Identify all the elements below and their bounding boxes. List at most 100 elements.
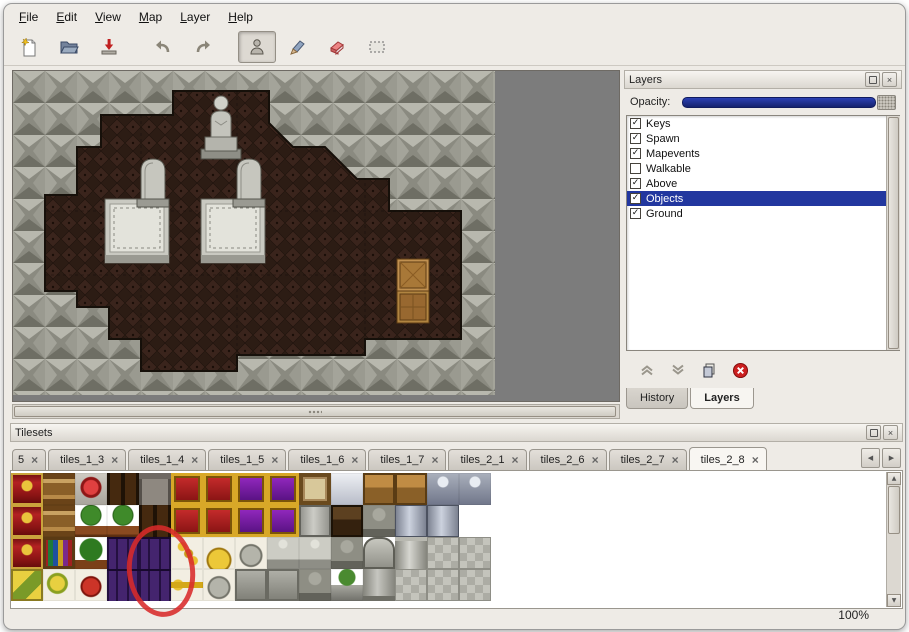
tile-statue_angel[interactable]: [267, 537, 299, 569]
close-tab-icon[interactable]: ×: [271, 455, 278, 465]
tile-tile_gray[interactable]: [427, 569, 459, 601]
tile-throne_red[interactable]: [203, 473, 235, 505]
tile-cushion_red[interactable]: [75, 473, 107, 505]
tile-throne_purple[interactable]: [235, 505, 267, 537]
layer-row-keys[interactable]: ✓Keys: [627, 116, 899, 131]
tile-throne_purple[interactable]: [267, 473, 299, 505]
tile-plant[interactable]: [75, 505, 107, 537]
tile-tile_gray[interactable]: [459, 537, 491, 569]
tile-chest_wood[interactable]: [395, 473, 427, 505]
tile-vase[interactable]: [331, 569, 363, 601]
tile-frame_small[interactable]: [299, 473, 331, 505]
move-layer-up-button[interactable]: [636, 359, 658, 381]
tile-gargoyle[interactable]: [363, 505, 395, 537]
tile-throne_red[interactable]: [171, 473, 203, 505]
tileset-tab-tiles_1_6[interactable]: tiles_1_6×: [288, 449, 366, 470]
close-panel-button[interactable]: ×: [882, 72, 897, 87]
tile-banana[interactable]: [43, 569, 75, 601]
tile-armor_big[interactable]: [395, 505, 427, 537]
layer-visibility-checkbox[interactable]: [630, 163, 641, 174]
close-tab-icon[interactable]: ×: [592, 455, 599, 465]
select-tool-button[interactable]: [358, 31, 396, 63]
eraser-tool-button[interactable]: [318, 31, 356, 63]
close-tab-icon[interactable]: ×: [191, 455, 198, 465]
scroll-tabs-left-button[interactable]: ◀: [861, 448, 880, 468]
menu-layer[interactable]: Layer: [171, 8, 219, 26]
tab-layers[interactable]: Layers: [690, 388, 753, 409]
tile-armor[interactable]: [427, 473, 459, 505]
opacity-slider-handle[interactable]: [877, 95, 896, 110]
tile-gold_chain[interactable]: [171, 537, 203, 569]
layer-visibility-checkbox[interactable]: ✓: [630, 148, 641, 159]
tile-statue_base[interactable]: [235, 569, 267, 601]
open-button[interactable]: [50, 31, 88, 63]
tile-grave[interactable]: [363, 537, 395, 569]
map-viewport[interactable]: [12, 70, 620, 402]
tile-pillar_base[interactable]: [363, 569, 395, 601]
tile-cabinet_dark[interactable]: [107, 473, 139, 505]
close-tab-icon[interactable]: ×: [512, 455, 519, 465]
save-button[interactable]: [90, 31, 128, 63]
close-tab-icon[interactable]: ×: [752, 455, 759, 465]
tileset-tab-5[interactable]: 5×: [12, 449, 46, 470]
tile-cabinet_dark[interactable]: [139, 505, 171, 537]
tile-books[interactable]: [43, 537, 75, 569]
new-file-button[interactable]: [10, 31, 48, 63]
tile-armor_big[interactable]: [427, 505, 459, 537]
layer-row-objects[interactable]: ✓Objects: [627, 191, 899, 206]
tileset-tab-tiles_2_6[interactable]: tiles_2_6×: [529, 449, 607, 470]
layer-row-walkable[interactable]: Walkable: [627, 161, 899, 176]
redo-button[interactable]: [184, 31, 222, 63]
tile-throne_red[interactable]: [203, 505, 235, 537]
tile-armor[interactable]: [459, 473, 491, 505]
map-horizontal-scrollbar[interactable]: [12, 404, 620, 419]
delete-layer-button[interactable]: [729, 359, 751, 381]
tile-cabinet_gray[interactable]: [139, 473, 171, 505]
tileset-tab-tiles_1_7[interactable]: tiles_1_7×: [368, 449, 446, 470]
tile-loom[interactable]: [43, 473, 75, 505]
map-gravestone[interactable]: [233, 159, 265, 207]
tile-door_purple[interactable]: [107, 569, 139, 601]
tile-plant[interactable]: [107, 505, 139, 537]
tile-white_cloth[interactable]: [331, 473, 363, 505]
tile-chest_dark[interactable]: [331, 505, 363, 537]
layer-visibility-checkbox[interactable]: ✓: [630, 118, 641, 129]
map-hscroll-thumb[interactable]: [14, 406, 616, 417]
tile-tile_gray[interactable]: [459, 569, 491, 601]
tileset-tab-tiles_1_5[interactable]: tiles_1_5×: [208, 449, 286, 470]
tile-statue_base[interactable]: [267, 569, 299, 601]
tileset-tab-tiles_2_7[interactable]: tiles_2_7×: [609, 449, 687, 470]
map-gravestone[interactable]: [137, 159, 169, 207]
tile-gold_pile[interactable]: [203, 537, 235, 569]
move-layer-down-button[interactable]: [667, 359, 689, 381]
tile-tile_gray[interactable]: [395, 569, 427, 601]
tile-throne_red[interactable]: [171, 505, 203, 537]
scroll-down-arrow[interactable]: ▼: [887, 594, 901, 607]
tileset-tab-tiles_1_3[interactable]: tiles_1_3×: [48, 449, 126, 470]
tileset-tab-tiles_2_1[interactable]: tiles_2_1×: [448, 449, 526, 470]
menu-view[interactable]: View: [86, 8, 130, 26]
tile-gargoyle[interactable]: [331, 537, 363, 569]
layer-row-ground[interactable]: ✓Ground: [627, 206, 899, 221]
stamp-tool-button[interactable]: [238, 31, 276, 63]
tile-gargoyle[interactable]: [299, 569, 331, 601]
tile-plant_tall[interactable]: [75, 537, 107, 569]
close-tab-icon[interactable]: ×: [431, 455, 438, 465]
tile-loom[interactable]: [43, 505, 75, 537]
map-crates[interactable]: [397, 259, 429, 323]
layer-row-mapevents[interactable]: ✓Mapevents: [627, 146, 899, 161]
tile-chest_wood[interactable]: [363, 473, 395, 505]
scroll-tabs-right-button[interactable]: ▶: [882, 448, 901, 468]
layer-row-above[interactable]: ✓Above: [627, 176, 899, 191]
tile-door_purple[interactable]: [139, 569, 171, 601]
tile-banner_red[interactable]: [11, 505, 43, 537]
close-tab-icon[interactable]: ×: [111, 455, 118, 465]
tile-statue_angel[interactable]: [299, 537, 331, 569]
scroll-up-arrow[interactable]: ▲: [887, 472, 901, 485]
menu-help[interactable]: Help: [219, 8, 262, 26]
close-tab-icon[interactable]: ×: [672, 455, 679, 465]
layer-visibility-checkbox[interactable]: ✓: [630, 208, 641, 219]
tileset-scroll-thumb[interactable]: [888, 486, 900, 534]
layer-list-scroll-thumb[interactable]: [888, 117, 899, 349]
tab-history[interactable]: History: [626, 388, 688, 409]
